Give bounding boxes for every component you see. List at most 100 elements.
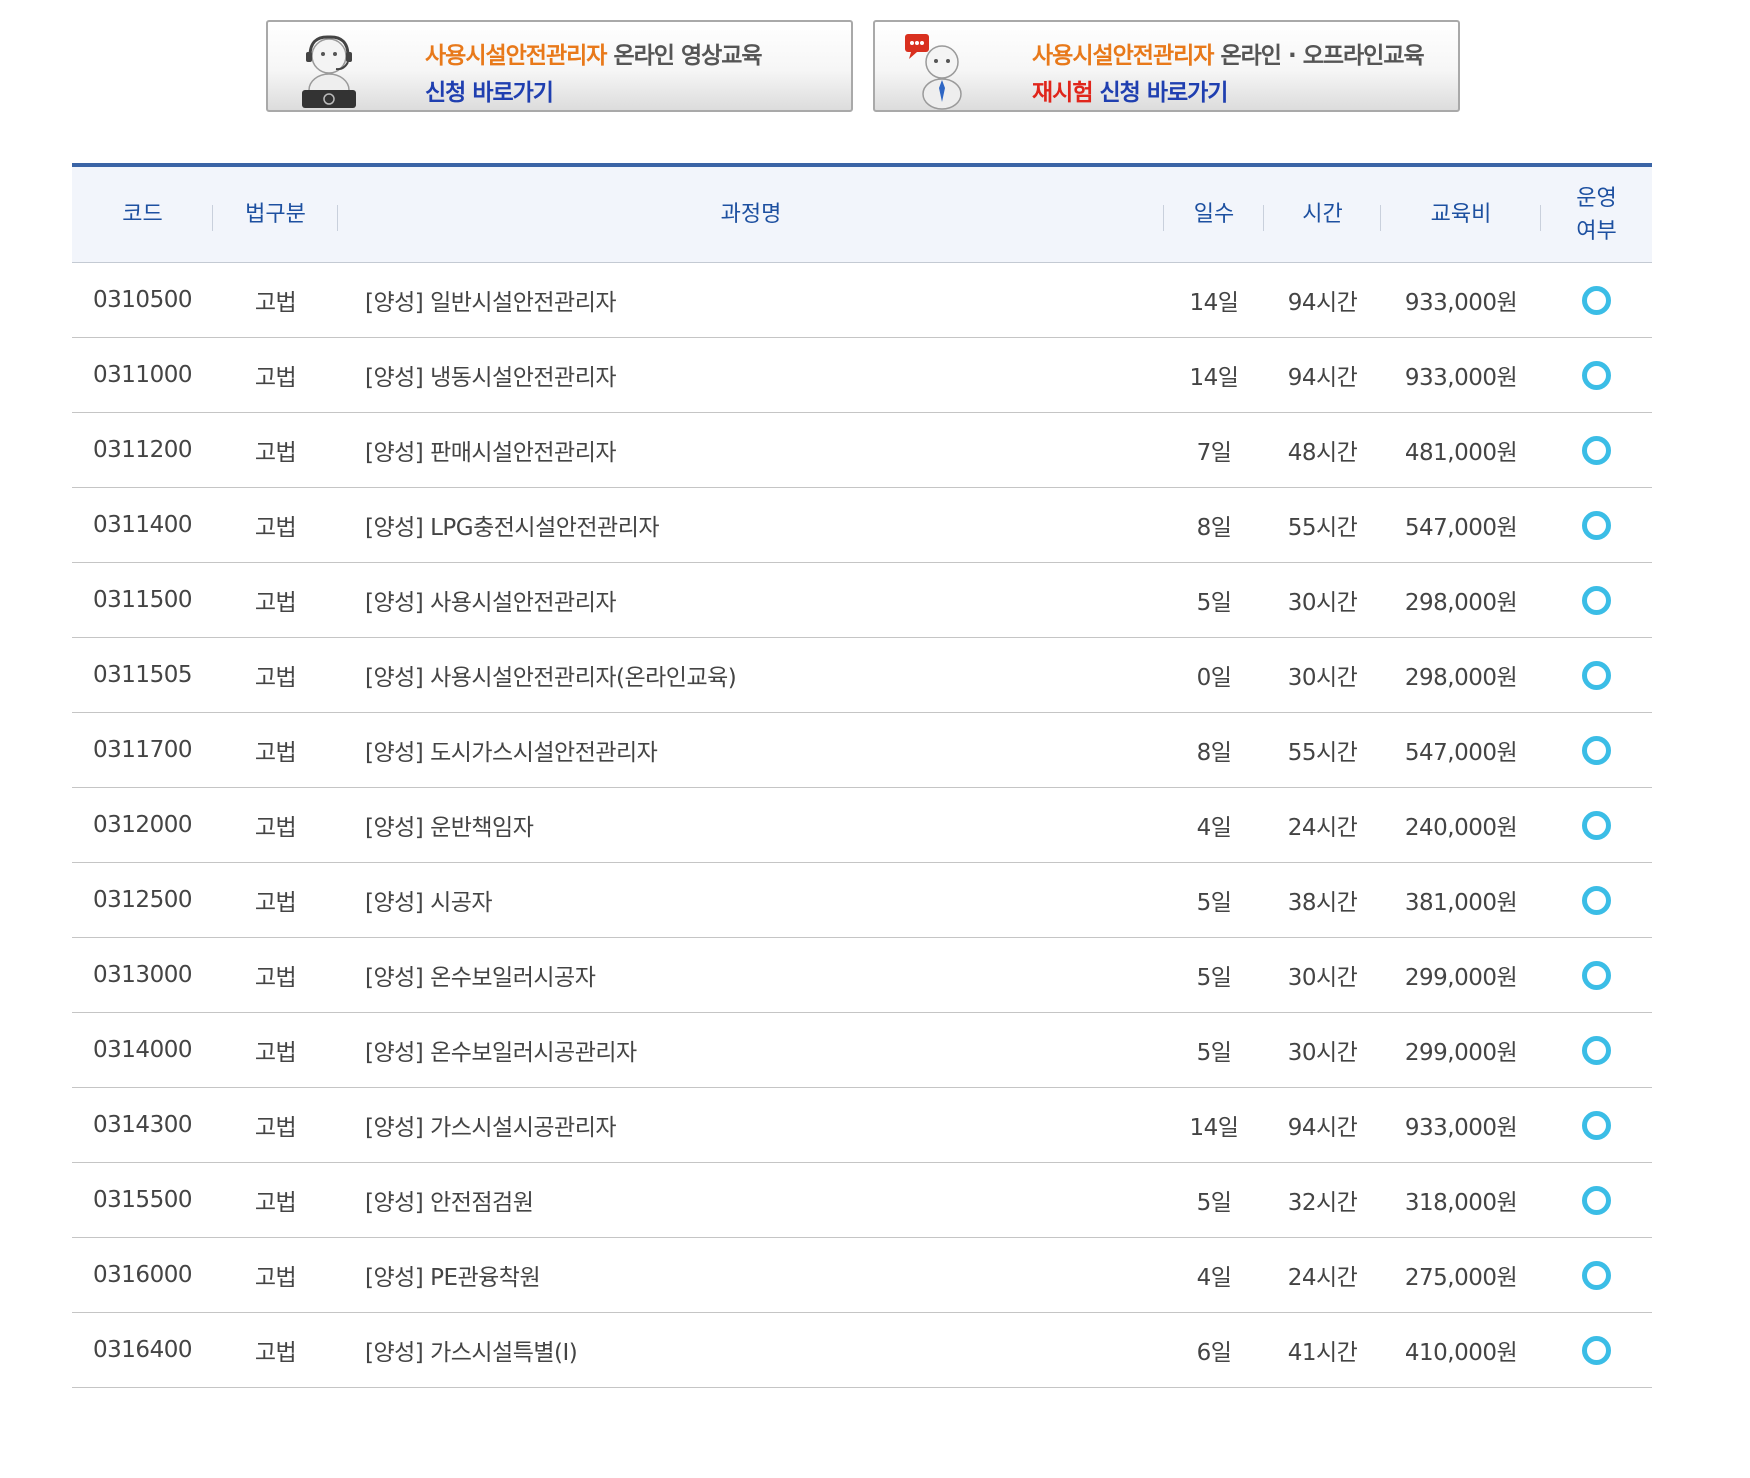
law-type: 고법	[213, 712, 338, 788]
banner-group: 사용시설안전관리자 온라인 영상교육 신청 바로가기 사용시설안전관리자 온라인…	[266, 20, 1460, 112]
course-code: 0312500	[72, 862, 213, 938]
course-code: 0311505	[72, 637, 213, 713]
table-row[interactable]: 0311500 고법 [양성] 사용시설안전관리자 5일 30시간 298,000원	[72, 562, 1652, 638]
course-hours: 55시간	[1264, 487, 1381, 563]
course-fee: 240,000원	[1381, 787, 1541, 863]
course-hours: 30시간	[1264, 1012, 1381, 1088]
circle-o-icon	[1582, 1260, 1611, 1290]
course-fee: 299,000원	[1381, 937, 1541, 1013]
course-days: 14일	[1164, 337, 1264, 413]
banner-link-text: 신청 바로가기	[425, 80, 554, 106]
header-hours: 시간	[1264, 163, 1381, 263]
operating-status	[1541, 1312, 1652, 1388]
law-type: 고법	[213, 637, 338, 713]
law-type: 고법	[213, 487, 338, 563]
law-type: 고법	[213, 412, 338, 488]
course-days: 5일	[1164, 562, 1264, 638]
course-code: 0310500	[72, 262, 213, 338]
law-type: 고법	[213, 562, 338, 638]
course-name: [양성] 온수보일러시공관리자	[338, 1012, 1164, 1088]
course-fee: 481,000원	[1381, 412, 1541, 488]
circle-o-icon	[1582, 585, 1611, 615]
course-code: 0313000	[72, 937, 213, 1013]
circle-o-icon	[1582, 885, 1611, 915]
table-row[interactable]: 0312000 고법 [양성] 운반책임자 4일 24시간 240,000원	[72, 787, 1652, 863]
course-days: 8일	[1164, 487, 1264, 563]
table-row[interactable]: 0311400 고법 [양성] LPG충전시설안전관리자 8일 55시간 547,000원	[72, 487, 1652, 563]
banner-highlight: 사용시설안전관리자	[425, 43, 607, 69]
course-name: [양성] 사용시설안전관리자(온라인교육)	[338, 637, 1164, 713]
operating-status	[1541, 1087, 1652, 1163]
course-hours: 24시간	[1264, 787, 1381, 863]
online-offline-retest-banner[interactable]: 사용시설안전관리자 온라인 · 오프라인교육 재시험 신청 바로가기	[873, 20, 1460, 112]
table-row[interactable]: 0314300 고법 [양성] 가스시설시공관리자 14일 94시간 933,000원	[72, 1087, 1652, 1163]
operating-status	[1541, 937, 1652, 1013]
course-days: 14일	[1164, 1087, 1264, 1163]
course-days: 5일	[1164, 862, 1264, 938]
course-days: 7일	[1164, 412, 1264, 488]
course-name: [양성] PE관융착원	[338, 1237, 1164, 1313]
course-fee: 298,000원	[1381, 637, 1541, 713]
header-operating-line1: 운영	[1576, 185, 1617, 211]
table-header-row: 코드 법구분 과정명 일수 시간 교육비 운영 여부	[72, 163, 1652, 263]
table-row[interactable]: 0311700 고법 [양성] 도시가스시설안전관리자 8일 55시간 547,000원	[72, 712, 1652, 788]
circle-o-icon	[1582, 960, 1611, 990]
course-name: [양성] 냉동시설안전관리자	[338, 337, 1164, 413]
circle-o-icon	[1582, 285, 1611, 315]
course-code: 0314000	[72, 1012, 213, 1088]
course-fee: 547,000원	[1381, 712, 1541, 788]
operating-status	[1541, 862, 1652, 938]
course-code: 0311700	[72, 712, 213, 788]
table-row[interactable]: 0312500 고법 [양성] 시공자 5일 38시간 381,000원	[72, 862, 1652, 938]
circle-o-icon	[1582, 1185, 1611, 1215]
header-operating: 운영 여부	[1541, 163, 1652, 263]
course-hours: 94시간	[1264, 337, 1381, 413]
table-row[interactable]: 0311505 고법 [양성] 사용시설안전관리자(온라인교육) 0일 30시간 298,…	[72, 637, 1652, 713]
operating-status	[1541, 712, 1652, 788]
circle-o-icon	[1582, 510, 1611, 540]
course-days: 5일	[1164, 1012, 1264, 1088]
course-hours: 48시간	[1264, 412, 1381, 488]
course-days: 0일	[1164, 637, 1264, 713]
law-type: 고법	[213, 337, 338, 413]
table-row[interactable]: 0313000 고법 [양성] 온수보일러시공자 5일 30시간 299,000원	[72, 937, 1652, 1013]
course-fee: 933,000원	[1381, 262, 1541, 338]
online-video-education-banner[interactable]: 사용시설안전관리자 온라인 영상교육 신청 바로가기	[266, 20, 853, 112]
table-row[interactable]: 0316000 고법 [양성] PE관융착원 4일 24시간 275,000원	[72, 1237, 1652, 1313]
header-law: 법구분	[213, 163, 338, 263]
table-row[interactable]: 0311200 고법 [양성] 판매시설안전관리자 7일 48시간 481,000원	[72, 412, 1652, 488]
course-name: [양성] LPG충전시설안전관리자	[338, 487, 1164, 563]
table-row[interactable]: 0311000 고법 [양성] 냉동시설안전관리자 14일 94시간 933,000원	[72, 337, 1652, 413]
course-rows: 0310500 고법 [양성] 일반시설안전관리자 14일 94시간 933,000원 03…	[72, 262, 1652, 1388]
course-fee: 547,000원	[1381, 487, 1541, 563]
law-type: 고법	[213, 1312, 338, 1388]
course-days: 5일	[1164, 1162, 1264, 1238]
circle-o-icon	[1582, 735, 1611, 765]
course-fee: 381,000원	[1381, 862, 1541, 938]
course-days: 14일	[1164, 262, 1264, 338]
law-type: 고법	[213, 937, 338, 1013]
law-type: 고법	[213, 1012, 338, 1088]
course-days: 8일	[1164, 712, 1264, 788]
operating-status	[1541, 412, 1652, 488]
course-code: 0311400	[72, 487, 213, 563]
course-name: [양성] 시공자	[338, 862, 1164, 938]
course-code: 0311200	[72, 412, 213, 488]
operating-status	[1541, 1012, 1652, 1088]
table-row[interactable]: 0314000 고법 [양성] 온수보일러시공관리자 5일 30시간 299,000원	[72, 1012, 1652, 1088]
course-hours: 30시간	[1264, 562, 1381, 638]
operating-status	[1541, 1162, 1652, 1238]
course-hours: 94시간	[1264, 262, 1381, 338]
course-code: 0311500	[72, 562, 213, 638]
circle-o-icon	[1582, 810, 1611, 840]
course-fee: 275,000원	[1381, 1237, 1541, 1313]
banner-title: 온라인 · 오프라인교육	[1220, 43, 1424, 69]
course-code: 0311000	[72, 337, 213, 413]
header-code: 코드	[72, 163, 213, 263]
table-row[interactable]: 0315500 고법 [양성] 안전점검원 5일 32시간 318,000원	[72, 1162, 1652, 1238]
table-row[interactable]: 0310500 고법 [양성] 일반시설안전관리자 14일 94시간 933,000원	[72, 262, 1652, 338]
course-code: 0315500	[72, 1162, 213, 1238]
table-row[interactable]: 0316400 고법 [양성] 가스시설특별(I) 6일 41시간 410,000원	[72, 1312, 1652, 1388]
course-fee: 318,000원	[1381, 1162, 1541, 1238]
header-course-name: 과정명	[338, 163, 1164, 263]
